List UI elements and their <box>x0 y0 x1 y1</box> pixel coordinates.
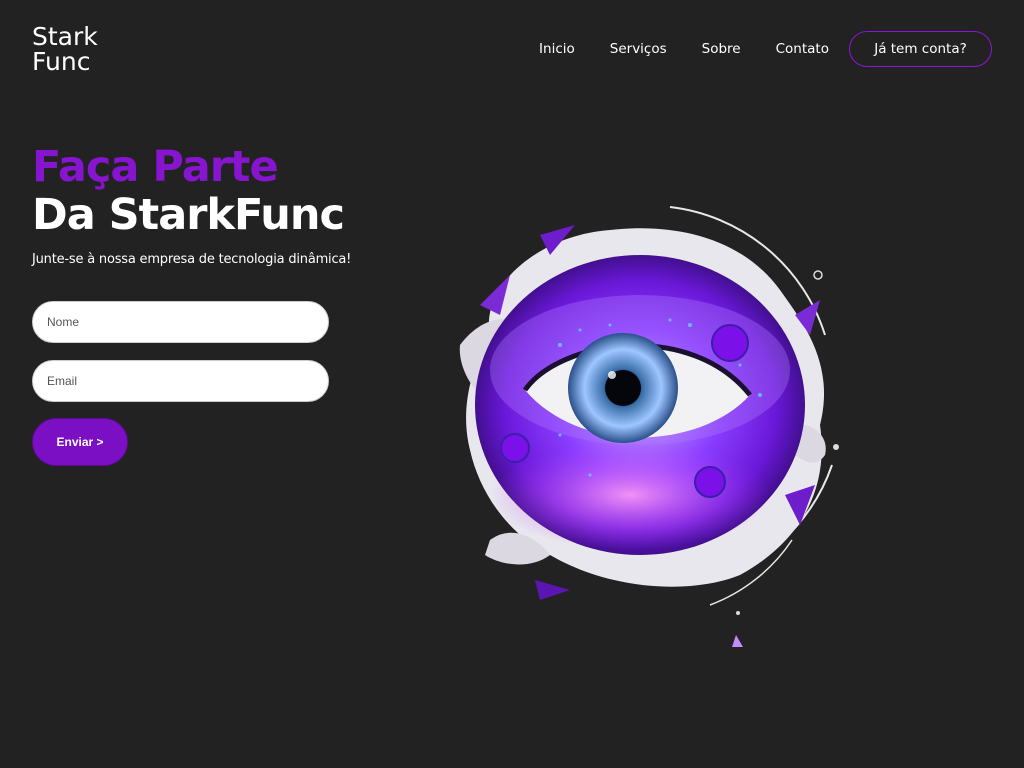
nav-link-sobre[interactable]: Sobre <box>702 41 741 57</box>
brand-line-1: Stark <box>32 22 98 51</box>
email-input[interactable] <box>32 360 329 402</box>
hero-title: Faça Parte Da StarkFunc <box>32 142 345 240</box>
brand-line-2: Func <box>32 47 91 76</box>
hero-title-line-1: Faça Parte <box>32 142 279 192</box>
submit-button[interactable]: Enviar > <box>32 418 128 466</box>
eye-illustration <box>459 206 839 647</box>
nav-link-servicos[interactable]: Serviços <box>610 41 667 57</box>
name-input[interactable] <box>32 301 329 343</box>
main-nav: Inicio Serviços Sobre Contato Já tem con… <box>539 31 992 67</box>
hero-subtitle: Junte-se à nossa empresa de tecnologia d… <box>32 252 352 267</box>
nav-link-inicio[interactable]: Inicio <box>539 41 575 57</box>
login-button[interactable]: Já tem conta? <box>849 31 992 67</box>
hero-title-line-2: Da StarkFunc <box>32 190 345 240</box>
nav-link-contato[interactable]: Contato <box>776 41 829 57</box>
brand-logo[interactable]: Stark Func <box>32 24 98 74</box>
